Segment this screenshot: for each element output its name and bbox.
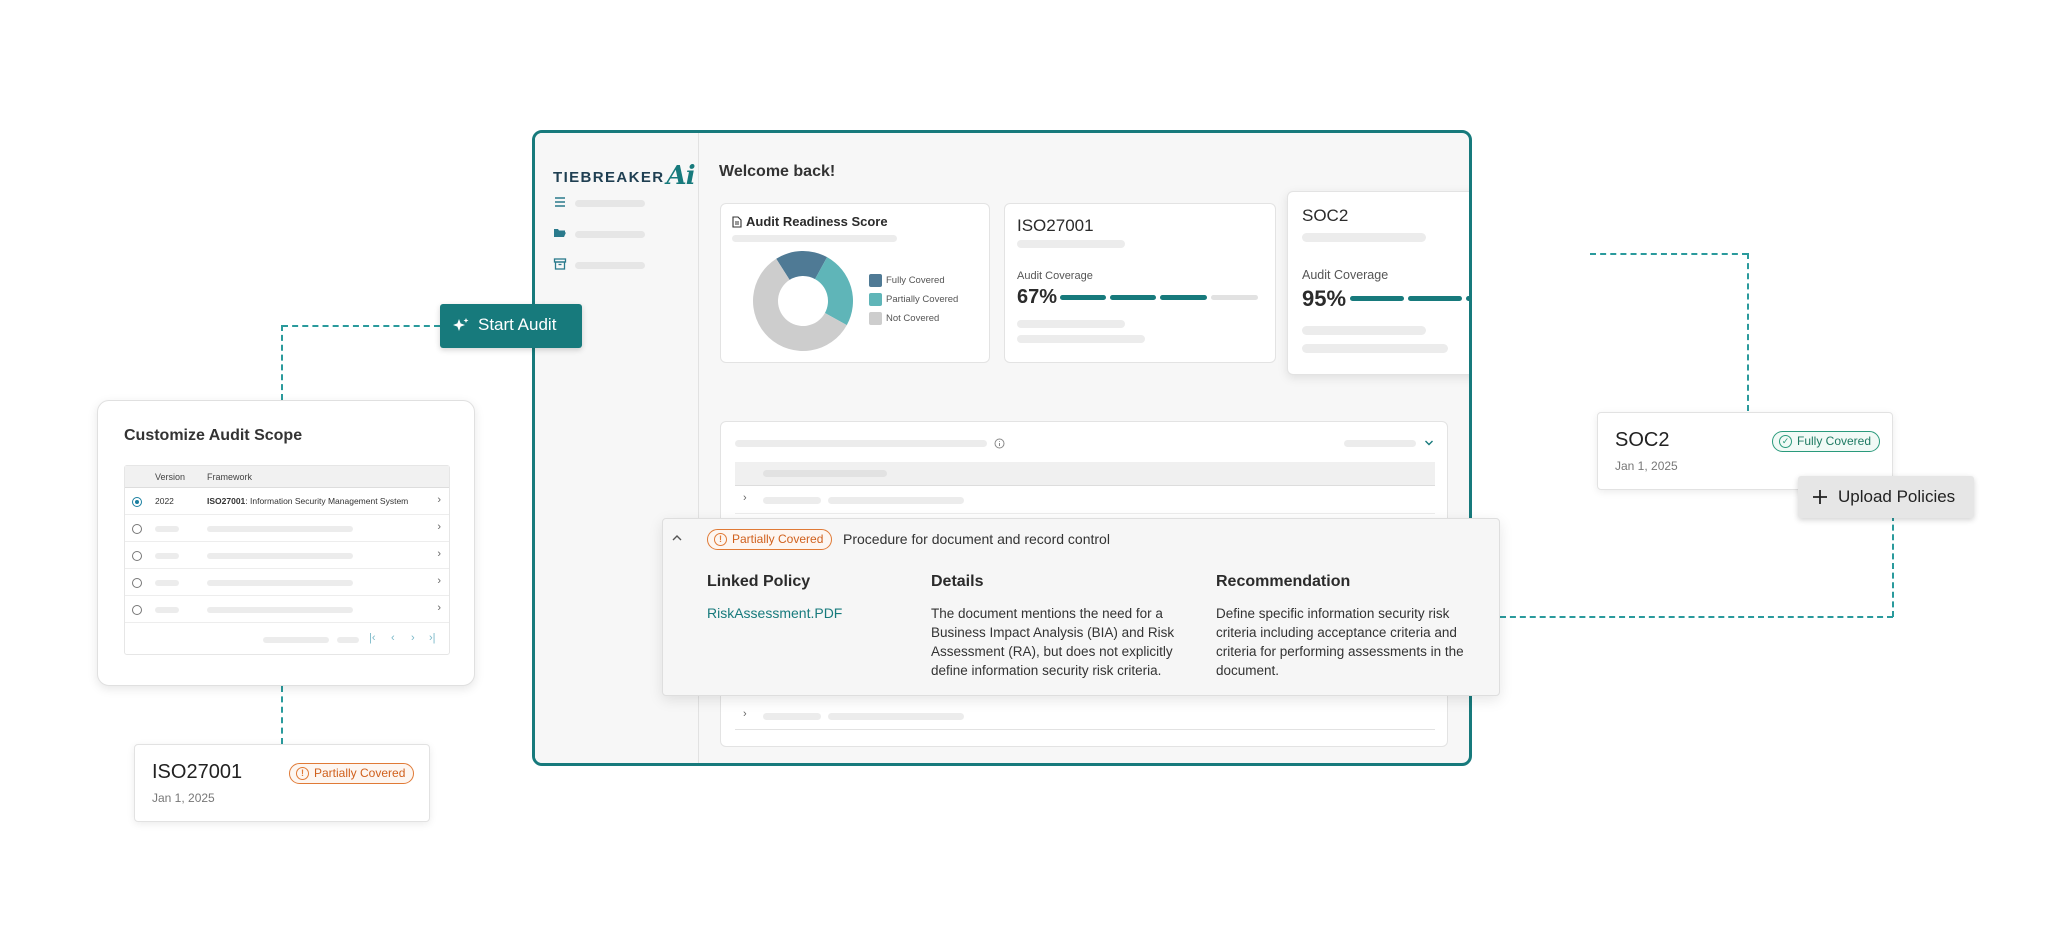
chevron-right-icon: ›: [437, 548, 441, 560]
card-date: Jan 1, 2025: [152, 791, 215, 805]
archive-icon: [553, 258, 567, 270]
details-text: The document mentions the need for a Bus…: [931, 606, 1175, 678]
radio-button[interactable]: [132, 605, 142, 615]
legend-partially-covered: Partially Covered: [869, 293, 958, 306]
connector-line: [1747, 253, 1749, 411]
table-header: Version Framework: [125, 466, 449, 488]
table-row[interactable]: ›: [735, 486, 1435, 514]
connector-line: [281, 686, 283, 744]
alert-icon: !: [296, 767, 309, 780]
iso27001-status-card[interactable]: ISO27001 ! Partially Covered Jan 1, 2025: [134, 744, 430, 822]
table-row[interactable]: ›: [125, 542, 449, 569]
logo-mark: Ai: [666, 161, 696, 191]
iso27001-coverage-card[interactable]: ISO27001 Audit Coverage 67%: [1004, 203, 1276, 363]
radio-button[interactable]: [132, 497, 142, 507]
start-audit-button[interactable]: Start Audit: [440, 304, 582, 348]
folder-open-icon: [554, 229, 566, 237]
linked-policy-link[interactable]: RiskAssessment.PDF: [707, 605, 842, 621]
scope-title: Customize Audit Scope: [124, 427, 303, 444]
card-title: SOC2: [1615, 429, 1670, 451]
coverage-percent: 95%: [1302, 286, 1347, 311]
first-page-icon[interactable]: |‹: [369, 632, 376, 644]
info-icon: [994, 438, 1005, 449]
sidebar-item-menu[interactable]: [553, 195, 653, 211]
row-framework: ISO27001: Information Security Managemen…: [207, 496, 409, 506]
legend-not-covered: Not Covered: [869, 312, 939, 325]
sparkles-icon: [453, 318, 469, 331]
alert-icon: !: [714, 533, 727, 546]
table-row[interactable]: 2022 ISO27001: Information Security Mana…: [125, 488, 449, 515]
table-row[interactable]: ›: [125, 515, 449, 542]
sidebar-item-archive[interactable]: [553, 257, 653, 273]
chevron-right-icon: ›: [437, 602, 441, 614]
welcome-heading: Welcome back!: [719, 163, 836, 180]
connector-line: [1892, 515, 1894, 617]
details-heading: Details: [931, 573, 984, 590]
coverage-label: Audit Coverage: [1302, 268, 1389, 282]
procedure-title: Procedure for document and record contro…: [843, 531, 1110, 547]
control-detail-panel: ! Partially Covered Procedure for documen…: [662, 518, 1500, 696]
upload-policies-button[interactable]: Upload Policies: [1798, 476, 1974, 518]
connector-line: [282, 325, 440, 327]
table-row[interactable]: ›: [125, 569, 449, 596]
readiness-card: Audit Readiness Score Fully Covered Part…: [720, 203, 990, 363]
column-framework: Framework: [207, 472, 253, 482]
chevron-up-icon[interactable]: [671, 533, 683, 542]
readiness-donut-chart: [753, 251, 853, 351]
logo: TIEBREAKERAi: [553, 159, 696, 191]
menu-icon: [555, 197, 565, 207]
chevron-right-icon: ›: [437, 494, 441, 506]
recommendation-text: Define specific information security ris…: [1216, 606, 1464, 678]
framework-table: Version Framework 2022 ISO27001: Informa…: [124, 465, 450, 655]
sidebar-item-folders[interactable]: [553, 226, 653, 242]
last-page-icon[interactable]: ›|: [429, 632, 436, 644]
plus-icon: [1813, 490, 1827, 504]
linked-policy-heading: Linked Policy: [707, 573, 811, 590]
document-icon: [732, 216, 742, 228]
upload-policies-label: Upload Policies: [1838, 487, 1956, 506]
card-date: Jan 1, 2025: [1615, 459, 1678, 473]
table-row[interactable]: ›: [735, 702, 1435, 730]
connector-line: [1500, 616, 1893, 618]
status-badge: ! Partially Covered: [707, 529, 833, 550]
radio-button[interactable]: [132, 551, 142, 561]
start-audit-label: Start Audit: [478, 315, 557, 334]
radio-button[interactable]: [132, 578, 142, 588]
row-version: 2022: [155, 496, 174, 506]
chevron-right-icon: ›: [437, 521, 441, 533]
column-version: Version: [155, 472, 186, 482]
readiness-title: Audit Readiness Score: [746, 214, 888, 229]
customize-audit-scope-card: Customize Audit Scope Version Framework …: [97, 400, 475, 686]
recommendation-heading: Recommendation: [1216, 573, 1351, 590]
coverage-label: Audit Coverage: [1017, 270, 1093, 282]
coverage-percent: 67%: [1017, 286, 1058, 308]
legend-fully-covered: Fully Covered: [869, 274, 945, 287]
prev-page-icon[interactable]: ‹: [391, 632, 395, 644]
status-badge: ✓ Fully Covered: [1772, 431, 1881, 452]
logo-text: TIEBREAKER: [553, 169, 665, 186]
status-badge: ! Partially Covered: [289, 763, 415, 784]
chevron-down-icon[interactable]: [1424, 439, 1434, 447]
card-title: ISO27001: [152, 761, 243, 783]
chevron-right-icon: ›: [437, 575, 441, 587]
check-circle-icon: ✓: [1779, 435, 1792, 448]
chevron-right-icon: ›: [743, 708, 747, 720]
table-row[interactable]: ›: [125, 596, 449, 623]
next-page-icon[interactable]: ›: [411, 632, 415, 644]
chevron-right-icon: ›: [743, 492, 747, 504]
connector-line: [1590, 253, 1748, 255]
pagination: |‹ ‹ › ›|: [125, 626, 449, 654]
radio-button[interactable]: [132, 524, 142, 534]
card-title: ISO27001: [1017, 216, 1094, 235]
card-title: SOC2: [1302, 206, 1349, 225]
connector-line: [281, 325, 283, 400]
soc2-coverage-card[interactable]: SOC2 Audit Coverage 95%: [1287, 191, 1469, 375]
